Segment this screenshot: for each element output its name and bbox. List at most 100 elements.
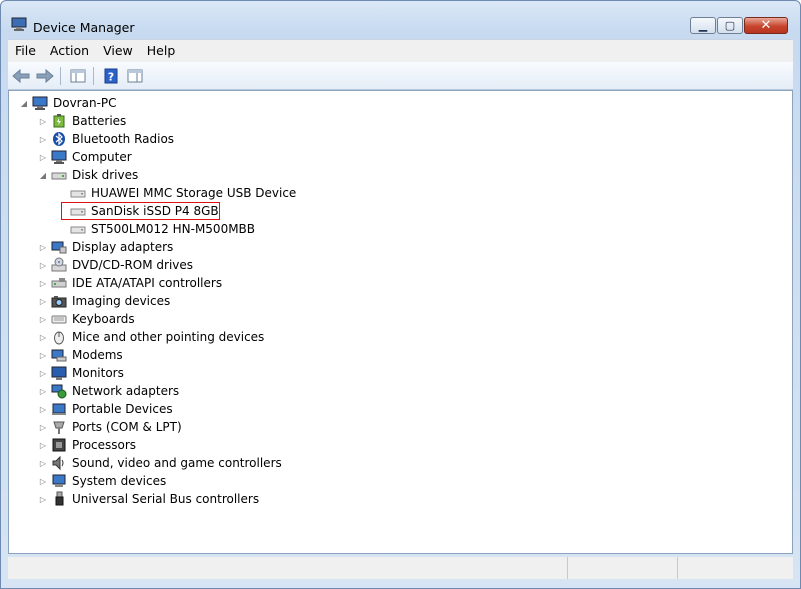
status-cell [678, 557, 793, 579]
tree-category[interactable]: ◢ Disk drives [38, 166, 140, 184]
menu-view[interactable]: View [96, 41, 140, 61]
expand-arrow-icon[interactable]: ▷ [38, 368, 48, 378]
display-adapter-icon [51, 239, 67, 255]
system-device-icon [51, 473, 67, 489]
tree-device[interactable]: HUAWEI MMC Storage USB Device [57, 184, 298, 202]
maximize-button[interactable]: ▢ [717, 17, 743, 34]
expand-arrow-icon[interactable]: ▷ [38, 260, 48, 270]
expand-arrow-icon[interactable]: ▷ [38, 296, 48, 306]
disk-icon [70, 221, 86, 237]
tree-category[interactable]: ▷ Processors [38, 436, 138, 454]
expand-arrow-icon[interactable]: ▷ [38, 422, 48, 432]
tree-category[interactable]: ▷ Display adapters [38, 238, 175, 256]
expand-arrow-icon[interactable]: ▷ [38, 242, 48, 252]
svg-text:?: ? [108, 70, 114, 83]
tree-category[interactable]: ▷ Batteries [38, 112, 128, 130]
properties-button[interactable] [124, 65, 146, 87]
title-bar[interactable]: Device Manager ▁ ▢ ✕ [1, 1, 800, 37]
bluetooth-icon [51, 131, 67, 147]
tree-category[interactable]: ▷ Keyboards [38, 310, 137, 328]
tree-device[interactable]: ST500LM012 HN-M500MBB [57, 220, 257, 238]
expand-arrow-icon[interactable]: ▷ [38, 386, 48, 396]
device-tree-pane[interactable]: ◢ Dovran-PC ▷ Batteries ▷ Bluetooth Radios ▷ Co… [8, 90, 793, 554]
expand-arrow-icon[interactable]: ▷ [38, 350, 48, 360]
toolbar-separator [60, 66, 61, 85]
forward-arrow-icon [36, 68, 54, 83]
collapse-arrow-icon[interactable]: ◢ [38, 170, 48, 180]
mouse-icon [51, 329, 67, 345]
tree-item-label: Mice and other pointing devices [72, 330, 265, 344]
tree-category[interactable]: ▷ System devices [38, 472, 168, 490]
back-button[interactable] [10, 65, 32, 87]
expand-arrow-icon[interactable]: ▷ [38, 134, 48, 144]
tree-item-label: System devices [72, 474, 167, 488]
tree-category[interactable]: ▷ Modems [38, 346, 125, 364]
show-hide-console-tree-button[interactable] [67, 65, 89, 87]
tree-category[interactable]: ▷ IDE ATA/ATAPI controllers [38, 274, 224, 292]
tree-item-label: Computer [72, 150, 132, 164]
window-title: Device Manager [33, 20, 135, 35]
tree-item-label: Disk drives [72, 168, 139, 182]
tree-category[interactable]: ▷ Sound, video and game controllers [38, 454, 284, 472]
tree-category[interactable]: ▷ Bluetooth Radios [38, 130, 176, 148]
tree-item-label: Monitors [72, 366, 124, 380]
tree-category[interactable]: ▷ Computer [38, 148, 134, 166]
close-button[interactable]: ✕ [744, 17, 788, 34]
usb-icon [51, 491, 67, 507]
processor-icon [51, 437, 67, 453]
tree-category[interactable]: ▷ Monitors [38, 364, 126, 382]
expand-arrow-icon[interactable]: ▷ [38, 494, 48, 504]
ide-controller-icon [51, 275, 67, 291]
tree-category[interactable]: ▷ Ports (COM & LPT) [38, 418, 184, 436]
forward-button[interactable] [34, 65, 56, 87]
highlight-box [61, 202, 220, 220]
expand-arrow-icon[interactable]: ▷ [38, 476, 48, 486]
help-button[interactable]: ? [100, 65, 122, 87]
expand-arrow-icon[interactable]: ▷ [38, 116, 48, 126]
expand-arrow-icon[interactable]: ▷ [38, 458, 48, 468]
tree-category[interactable]: ▷ Universal Serial Bus controllers [38, 490, 261, 508]
properties-icon [127, 69, 143, 82]
expand-arrow-icon[interactable]: ▷ [38, 314, 48, 324]
camera-icon [51, 293, 67, 309]
tree-category[interactable]: ▷ DVD/CD-ROM drives [38, 256, 195, 274]
expand-arrow-icon[interactable]: ▷ [38, 278, 48, 288]
keyboard-icon [51, 311, 67, 327]
tree-item-label: Portable Devices [72, 402, 173, 416]
status-bar [8, 557, 793, 579]
expand-arrow-icon[interactable]: ▷ [38, 332, 48, 342]
tree-item-label: Ports (COM & LPT) [72, 420, 182, 434]
menu-help[interactable]: Help [140, 41, 183, 61]
tree-item-label: IDE ATA/ATAPI controllers [72, 276, 223, 290]
close-icon: ✕ [760, 18, 772, 33]
tree-category[interactable]: ▷ Imaging devices [38, 292, 172, 310]
minimize-button[interactable]: ▁ [690, 17, 716, 34]
tree-category[interactable]: ▷ Portable Devices [38, 400, 175, 418]
tree-category[interactable]: ▷ Network adapters [38, 382, 181, 400]
collapse-arrow-icon[interactable]: ◢ [19, 98, 29, 108]
tree-item-label: Universal Serial Bus controllers [72, 492, 260, 506]
computer-icon [51, 149, 67, 165]
device-manager-window: Device Manager ▁ ▢ ✕ File Action View He… [0, 0, 801, 589]
tree-root-computer[interactable]: ◢ Dovran-PC [19, 94, 119, 112]
back-arrow-icon [12, 68, 30, 83]
toolbar: ? [8, 62, 793, 90]
expand-arrow-icon[interactable]: ▷ [38, 404, 48, 414]
expand-arrow-icon[interactable]: ▷ [38, 440, 48, 450]
menu-action[interactable]: Action [43, 41, 96, 61]
expand-arrow-icon[interactable]: ▷ [38, 152, 48, 162]
tree-category[interactable]: ▷ Mice and other pointing devices [38, 328, 266, 346]
status-cell [568, 557, 678, 579]
portable-device-icon [51, 401, 67, 417]
port-icon [51, 419, 67, 435]
tree-item-label: Modems [72, 348, 123, 362]
modem-icon [51, 347, 67, 363]
tree-item-label: Dovran-PC [53, 96, 117, 110]
tree-item-label: Bluetooth Radios [72, 132, 175, 146]
toolbar-separator [93, 66, 94, 85]
tree-item-label: Display adapters [72, 240, 174, 254]
menu-file[interactable]: File [8, 41, 43, 61]
maximize-icon: ▢ [724, 19, 736, 32]
